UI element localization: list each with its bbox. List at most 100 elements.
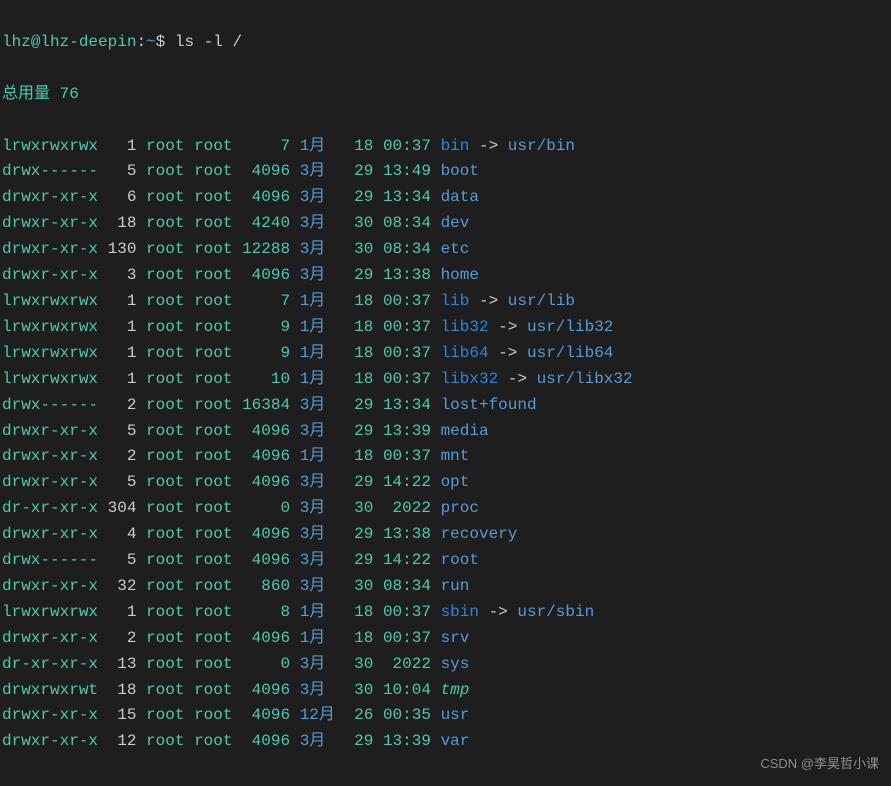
table-row: drwxrwxrwt 18 root root 4096 3月 30 10:04…: [2, 678, 889, 704]
size: 7: [242, 292, 290, 310]
entry-name: proc: [441, 499, 479, 517]
time: 00:37: [383, 318, 431, 336]
entry-name: boot: [441, 162, 479, 180]
perms: lrwxrwxrwx: [2, 292, 98, 310]
group: root: [194, 214, 232, 232]
table-row: lrwxrwxrwx 1 root root 7 1月 18 00:37 bin…: [2, 134, 889, 160]
entry-name: sbin: [441, 603, 479, 621]
time: 08:34: [383, 214, 431, 232]
entry-name: mnt: [441, 447, 470, 465]
group: root: [194, 188, 232, 206]
file-listing: lrwxrwxrwx 1 root root 7 1月 18 00:37 bin…: [2, 134, 889, 756]
group: root: [194, 629, 232, 647]
link-count: 304: [108, 499, 137, 517]
time: 10:04: [383, 681, 431, 699]
month: 3月: [300, 655, 345, 673]
total-line: 总用量 76: [2, 82, 889, 108]
perms: drwxr-xr-x: [2, 422, 98, 440]
day: 30: [354, 499, 373, 517]
size: 860: [242, 577, 290, 595]
perms: drwxr-xr-x: [2, 525, 98, 543]
link-target: usr/lib64: [527, 344, 613, 362]
table-row: lrwxrwxrwx 1 root root 9 1月 18 00:37 lib…: [2, 341, 889, 367]
size: 4096: [242, 473, 290, 491]
entry-name: bin: [441, 137, 470, 155]
perms: drwxr-xr-x: [2, 214, 98, 232]
size: 4096: [242, 732, 290, 750]
month: 3月: [300, 499, 345, 517]
day: 26: [354, 706, 373, 724]
size: 4096: [242, 681, 290, 699]
day: 18: [354, 370, 373, 388]
day: 18: [354, 344, 373, 362]
perms: drwxr-xr-x: [2, 240, 98, 258]
time: 13:39: [383, 732, 431, 750]
month: 1月: [300, 447, 345, 465]
table-row: drwxr-xr-x 130 root root 12288 3月 30 08:…: [2, 237, 889, 263]
link-count: 6: [108, 188, 137, 206]
size: 4096: [242, 629, 290, 647]
month: 3月: [300, 396, 345, 414]
link-count: 5: [108, 422, 137, 440]
link-target: usr/lib: [508, 292, 575, 310]
perms: drwxr-xr-x: [2, 577, 98, 595]
month: 3月: [300, 422, 345, 440]
day: 29: [354, 551, 373, 569]
perms: drwxr-xr-x: [2, 732, 98, 750]
terminal-output[interactable]: lhz@lhz-deepin:~$ ls -l / 总用量 76 lrwxrwx…: [2, 4, 889, 781]
group: root: [194, 137, 232, 155]
link-target: usr/libx32: [537, 370, 633, 388]
owner: root: [146, 499, 184, 517]
day: 18: [354, 629, 373, 647]
size: 12288: [242, 240, 290, 258]
owner: root: [146, 603, 184, 621]
arrow-icon: ->: [498, 370, 536, 388]
link-target: usr/lib32: [527, 318, 613, 336]
time: 00:37: [383, 629, 431, 647]
perms: lrwxrwxrwx: [2, 370, 98, 388]
group: root: [194, 422, 232, 440]
perms: drwxr-xr-x: [2, 266, 98, 284]
entry-name: opt: [441, 473, 470, 491]
time: 13:38: [383, 266, 431, 284]
link-count: 13: [108, 655, 137, 673]
group: root: [194, 732, 232, 750]
table-row: drwx------ 5 root root 4096 3月 29 14:22 …: [2, 548, 889, 574]
day: 29: [354, 266, 373, 284]
owner: root: [146, 292, 184, 310]
owner: root: [146, 214, 184, 232]
link-target: usr/bin: [508, 137, 575, 155]
owner: root: [146, 318, 184, 336]
day: 29: [354, 396, 373, 414]
group: root: [194, 266, 232, 284]
arrow-icon: ->: [469, 292, 507, 310]
size: 4096: [242, 706, 290, 724]
perms: lrwxrwxrwx: [2, 137, 98, 155]
entry-name: media: [441, 422, 489, 440]
entry-name: root: [441, 551, 479, 569]
day: 30: [354, 214, 373, 232]
link-count: 1: [108, 137, 137, 155]
month: 1月: [300, 292, 345, 310]
table-row: lrwxrwxrwx 1 root root 10 1月 18 00:37 li…: [2, 367, 889, 393]
owner: root: [146, 162, 184, 180]
month: 3月: [300, 214, 345, 232]
month: 3月: [300, 188, 345, 206]
entry-name: usr: [441, 706, 470, 724]
perms: drwxr-xr-x: [2, 706, 98, 724]
entry-name: lib64: [441, 344, 489, 362]
table-row: drwxr-xr-x 32 root root 860 3月 30 08:34 …: [2, 574, 889, 600]
watermark: CSDN @李昊哲小课: [760, 753, 879, 774]
day: 30: [354, 577, 373, 595]
table-row: drwxr-xr-x 6 root root 4096 3月 29 13:34 …: [2, 185, 889, 211]
time: 13:49: [383, 162, 431, 180]
entry-name: data: [441, 188, 479, 206]
link-count: 130: [108, 240, 137, 258]
group: root: [194, 396, 232, 414]
owner: root: [146, 188, 184, 206]
perms: dr-xr-xr-x: [2, 655, 98, 673]
perms: drwxr-xr-x: [2, 473, 98, 491]
table-row: drwxr-xr-x 2 root root 4096 1月 18 00:37 …: [2, 444, 889, 470]
day: 29: [354, 422, 373, 440]
link-count: 1: [108, 344, 137, 362]
